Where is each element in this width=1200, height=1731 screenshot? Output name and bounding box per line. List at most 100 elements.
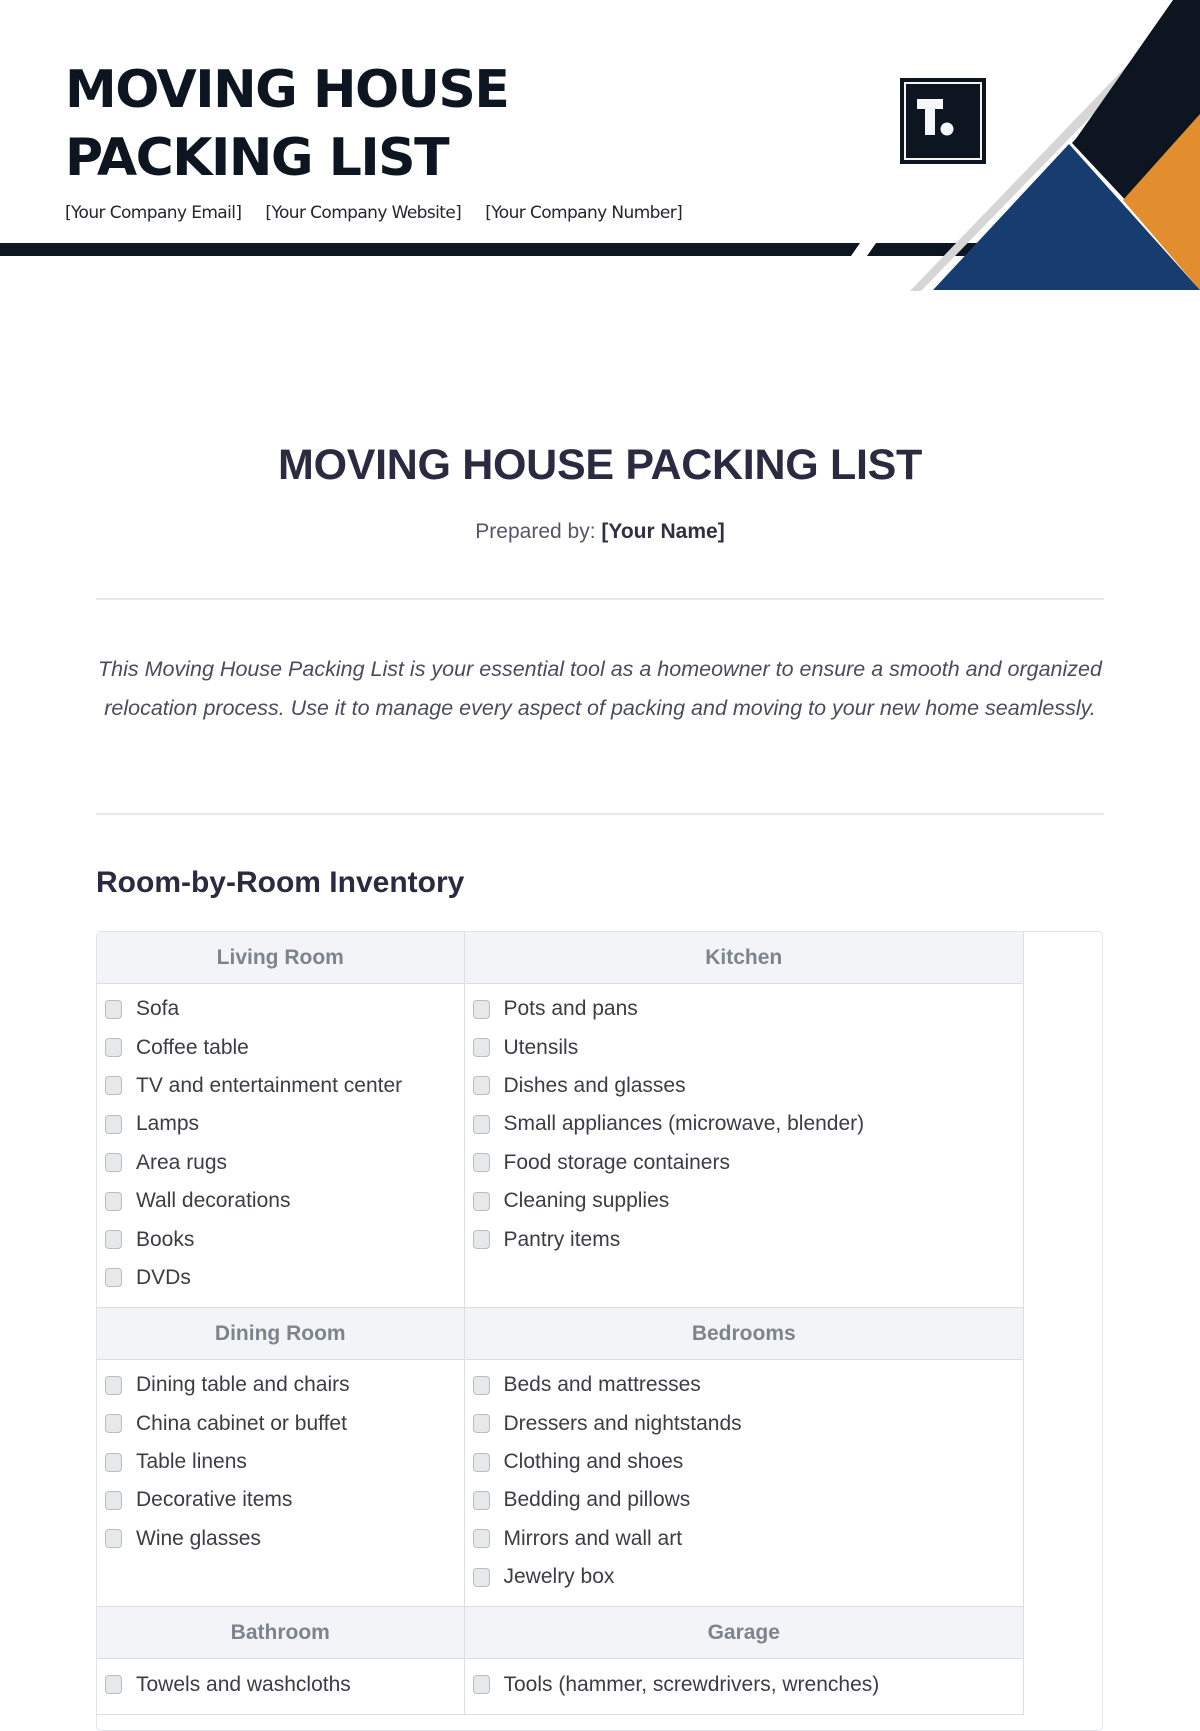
checkbox[interactable] <box>105 1230 122 1250</box>
checklist-item-label: Decorative items <box>136 1488 293 1512</box>
checklist-item[interactable]: Wine glasses <box>105 1520 464 1558</box>
checkbox[interactable] <box>472 1452 490 1472</box>
divider-bottom <box>96 813 1104 815</box>
room-items-row: Sofa Coffee table TV and entertainment cen… <box>97 982 1024 1309</box>
checkbox[interactable] <box>105 1191 122 1211</box>
checklist-item-label: Wine glasses <box>136 1526 261 1550</box>
checkbox[interactable] <box>472 1114 490 1134</box>
checkbox[interactable] <box>105 1452 122 1472</box>
checklist-item-label: Wall decorations <box>136 1189 291 1213</box>
checklist-item-label: Mirrors and wall art <box>503 1526 683 1550</box>
checkbox[interactable] <box>105 1268 122 1288</box>
header-bar-long <box>0 243 860 256</box>
checkbox[interactable] <box>105 1375 122 1395</box>
room-header-row: Living Room Kitchen <box>97 932 1024 984</box>
document-title: MOVING HOUSE PACKING LIST <box>278 441 922 489</box>
room-header-kitchen: Kitchen <box>463 932 1024 984</box>
prepared-by-value: [Your Name] <box>601 520 725 543</box>
checklist-item-label: Area rugs <box>136 1150 228 1174</box>
checklist-item[interactable]: Utensils <box>472 1028 1024 1066</box>
checklist-item-label: Lamps <box>136 1112 200 1136</box>
checklist-item-label: Food storage containers <box>503 1150 730 1174</box>
checklist-item[interactable]: Bedding and pillows <box>472 1481 1024 1519</box>
checklist-item[interactable]: Sofa <box>105 990 464 1028</box>
checklist-item-label: China cabinet or buffet <box>136 1411 347 1435</box>
checkbox[interactable] <box>105 999 122 1019</box>
checklist-item[interactable]: Books <box>105 1220 464 1258</box>
checkbox[interactable] <box>472 1414 490 1434</box>
checklist-item[interactable]: Cleaning supplies <box>472 1182 1024 1220</box>
room-header-row: Dining Room Bedrooms <box>97 1307 1024 1361</box>
checkbox[interactable] <box>105 1490 122 1510</box>
checklist-item[interactable]: Small appliances (microwave, blender) <box>472 1105 1024 1143</box>
checklist-item[interactable]: Pantry items <box>472 1220 1024 1258</box>
checklist-item[interactable]: Tools (hammer, screwdrivers, wrenches) <box>472 1665 1024 1703</box>
checklist-item[interactable]: Lamps <box>105 1105 464 1143</box>
checklist-item[interactable]: Jewelry box <box>472 1558 1024 1596</box>
checklist-item[interactable]: Dressers and nightstands <box>472 1405 1024 1443</box>
checklist-item[interactable]: Dishes and glasses <box>472 1067 1024 1105</box>
checklist-item[interactable]: Decorative items <box>105 1481 464 1519</box>
checklist-item-label: Clothing and shoes <box>503 1450 684 1474</box>
intro-paragraph: This Moving House Packing List is your e… <box>98 657 1102 720</box>
prepared-by: Prepared by: [Your Name] <box>0 520 1200 544</box>
logo-t-icon <box>917 99 954 136</box>
checklist-item[interactable]: Food storage containers <box>472 1144 1024 1182</box>
checkbox[interactable] <box>105 1153 122 1173</box>
room-items-kitchen: Pots and pans Utensils Dishes and glasses S… <box>463 982 1024 1309</box>
checkbox[interactable] <box>105 1675 122 1695</box>
section-title: Room-by-Room Inventory <box>96 866 465 899</box>
checkbox[interactable] <box>472 1675 490 1695</box>
checkbox[interactable] <box>472 1567 490 1587</box>
checkbox[interactable] <box>472 1230 490 1250</box>
prepared-by-label: Prepared by: <box>475 520 596 543</box>
checkbox[interactable] <box>105 1114 122 1134</box>
inventory-table-container: Living Room Kitchen Sofa Coffee table TV and… <box>96 931 1103 1731</box>
checkbox[interactable] <box>105 1414 122 1434</box>
checklist-item[interactable]: Clothing and shoes <box>472 1443 1024 1481</box>
checklist-item-label: Pots and pans <box>503 997 638 1021</box>
checklist-item-label: Books <box>136 1227 195 1251</box>
checklist-item[interactable]: Coffee table <box>105 1028 464 1066</box>
checklist-item-label: Table linens <box>136 1450 247 1474</box>
checkbox[interactable] <box>472 999 490 1019</box>
checklist-item-label: Towels and washcloths <box>136 1672 351 1696</box>
checklist-item-label: Tools (hammer, screwdrivers, wrenches) <box>503 1672 880 1696</box>
room-items-bathroom: Towels and washcloths <box>97 1658 465 1715</box>
checklist-item-label: Cleaning supplies <box>503 1189 670 1213</box>
checkbox[interactable] <box>105 1038 122 1058</box>
checkbox[interactable] <box>472 1153 490 1173</box>
checklist-item[interactable]: Area rugs <box>105 1144 464 1182</box>
checklist-item-label: Utensils <box>503 1035 579 1059</box>
checklist-item[interactable]: Table linens <box>105 1443 464 1481</box>
room-header-dining-room: Dining Room <box>97 1307 465 1361</box>
checkbox[interactable] <box>472 1076 490 1096</box>
checklist-item-label: Small appliances (microwave, blender) <box>503 1112 865 1136</box>
checklist-item[interactable]: Wall decorations <box>105 1182 464 1220</box>
checkbox[interactable] <box>105 1076 122 1096</box>
checklist-item[interactable]: Mirrors and wall art <box>472 1520 1024 1558</box>
checklist-item[interactable]: DVDs <box>105 1259 464 1297</box>
checklist-item[interactable]: Dining table and chairs <box>105 1366 464 1404</box>
checkbox[interactable] <box>472 1191 490 1211</box>
checklist-item[interactable]: Beds and mattresses <box>472 1366 1024 1404</box>
room-items-garage: Tools (hammer, screwdrivers, wrenches) <box>463 1658 1024 1715</box>
checklist-item-label: Beds and mattresses <box>503 1373 701 1397</box>
room-items-living-room: Sofa Coffee table TV and entertainment cen… <box>97 982 465 1309</box>
checkbox[interactable] <box>472 1490 490 1510</box>
checklist-item-label: Dining table and chairs <box>136 1373 350 1397</box>
inventory-table: Living Room Kitchen Sofa Coffee table TV and… <box>97 932 1024 1715</box>
checklist-item-label: DVDs <box>136 1265 191 1289</box>
checklist-item[interactable]: Towels and washcloths <box>105 1665 464 1703</box>
checklist-item[interactable]: TV and entertainment center <box>105 1067 464 1105</box>
checklist-item[interactable]: Pots and pans <box>472 990 1024 1028</box>
checkbox[interactable] <box>472 1529 490 1549</box>
room-header-bathroom: Bathroom <box>97 1606 465 1660</box>
header-decoration <box>0 0 1200 291</box>
checkbox[interactable] <box>472 1038 490 1058</box>
checkbox[interactable] <box>105 1529 122 1549</box>
checklist-item[interactable]: China cabinet or buffet <box>105 1405 464 1443</box>
checkbox[interactable] <box>472 1375 490 1395</box>
checklist-item-label: Dressers and nightstands <box>503 1411 742 1435</box>
room-items-bedrooms: Beds and mattresses Dressers and nightsta… <box>463 1359 1024 1608</box>
